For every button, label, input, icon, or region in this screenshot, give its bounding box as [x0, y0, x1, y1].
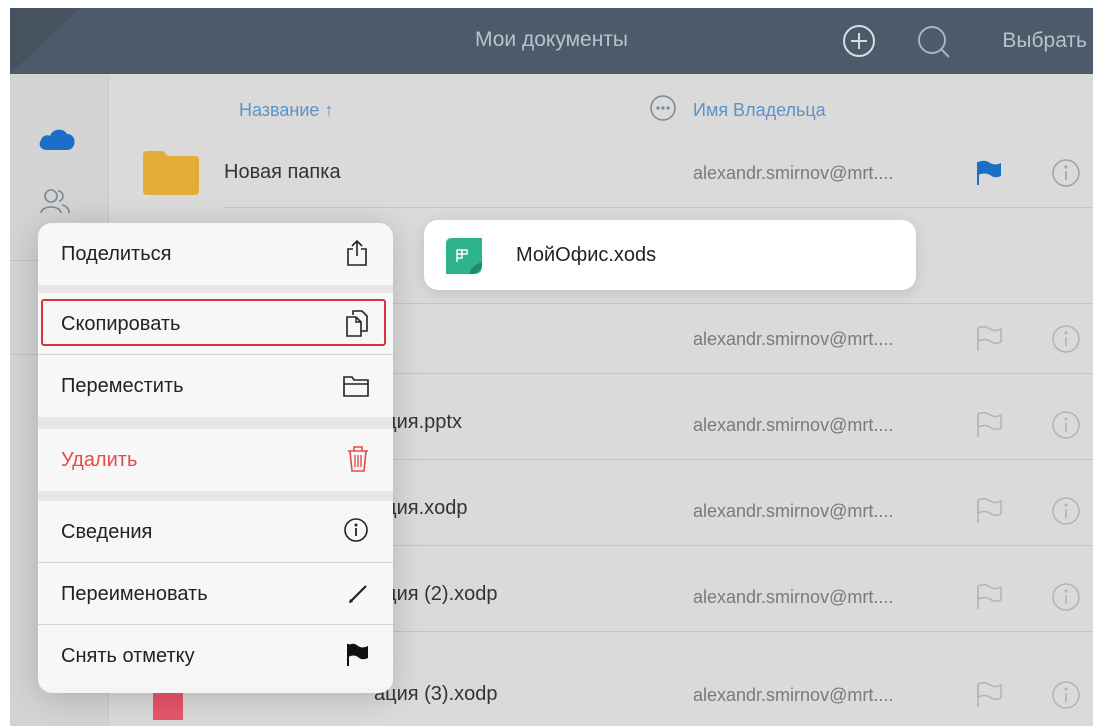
folder-icon — [343, 375, 369, 402]
spreadsheet-file-icon — [442, 234, 486, 278]
menu-item-label: Скопировать — [61, 313, 181, 335]
folder-icon — [143, 151, 199, 195]
menu-item-label: Удалить — [61, 449, 138, 471]
menu-item-unflag[interactable]: Снять отметку — [38, 625, 393, 687]
copy-icon — [345, 309, 369, 342]
menu-group-gap — [38, 491, 393, 501]
info-icon[interactable] — [1051, 496, 1081, 531]
file-owner: alexandr.smirnov@mrt.... — [693, 329, 894, 349]
file-name: Новая папка — [224, 161, 341, 183]
menu-item-rename[interactable]: Переименовать — [38, 563, 393, 625]
menu-item-move[interactable]: Переместить — [38, 355, 393, 417]
menu-item-share[interactable]: Поделиться — [38, 223, 393, 285]
file-preview-card[interactable]: МойОфис.xods — [424, 220, 916, 290]
file-owner: alexandr.smirnov@mrt.... — [693, 685, 894, 705]
select-button[interactable]: Выбрать — [1002, 29, 1087, 53]
ellipsis-circle-icon[interactable] — [649, 94, 677, 127]
search-icon[interactable] — [916, 24, 952, 65]
info-icon[interactable] — [1051, 582, 1081, 617]
context-menu: Поделиться Скопировать Переместить Удали… — [38, 223, 393, 693]
preview-file-name: МойОфис.xods — [516, 244, 657, 266]
pencil-icon — [347, 583, 369, 610]
info-icon[interactable] — [1051, 158, 1081, 193]
menu-item-copy[interactable]: Скопировать — [38, 293, 393, 355]
info-icon[interactable] — [1051, 324, 1081, 359]
row-separator — [224, 207, 1093, 208]
flag-outline-icon[interactable] — [975, 411, 1003, 443]
menu-item-label: Переместить — [61, 375, 184, 397]
menu-item-label: Сведения — [61, 521, 153, 543]
plus-circle-icon[interactable] — [842, 24, 876, 63]
file-owner: alexandr.smirnov@mrt.... — [693, 587, 894, 607]
app-window: Мои документы Выбрать Название ↑ Имя Вла… — [10, 8, 1093, 726]
menu-item-label: Снять отметку — [61, 645, 195, 667]
flag-outline-icon[interactable] — [975, 325, 1003, 357]
list-item[interactable]: Новая папка alexandr.smirnov@mrt.... — [109, 138, 1093, 208]
flag-icon — [345, 643, 369, 672]
trash-icon — [347, 445, 369, 478]
flag-outline-icon[interactable] — [975, 681, 1003, 713]
cloud-icon[interactable] — [37, 124, 77, 157]
info-icon[interactable] — [1051, 680, 1081, 715]
flag-outline-icon[interactable] — [975, 583, 1003, 615]
menu-item-label: Переименовать — [61, 583, 208, 605]
users-icon[interactable] — [40, 187, 70, 220]
file-owner: alexandr.smirnov@mrt.... — [693, 163, 894, 183]
info-icon — [343, 517, 369, 548]
flag-icon[interactable] — [975, 160, 1003, 191]
file-owner: alexandr.smirnov@mrt.... — [693, 501, 894, 521]
menu-item-label: Поделиться — [61, 243, 172, 265]
column-name-header[interactable]: Название ↑ — [239, 100, 333, 121]
menu-group-gap — [38, 417, 393, 429]
share-icon — [345, 239, 369, 272]
menu-group-gap — [38, 285, 393, 293]
menu-item-details[interactable]: Сведения — [38, 501, 393, 563]
info-icon[interactable] — [1051, 410, 1081, 445]
top-bar: Мои документы Выбрать — [10, 8, 1093, 74]
menu-item-delete[interactable]: Удалить — [38, 429, 393, 491]
flag-outline-icon[interactable] — [975, 497, 1003, 529]
column-owner-header[interactable]: Имя Владельца — [693, 100, 826, 121]
file-owner: alexandr.smirnov@mrt.... — [693, 415, 894, 435]
